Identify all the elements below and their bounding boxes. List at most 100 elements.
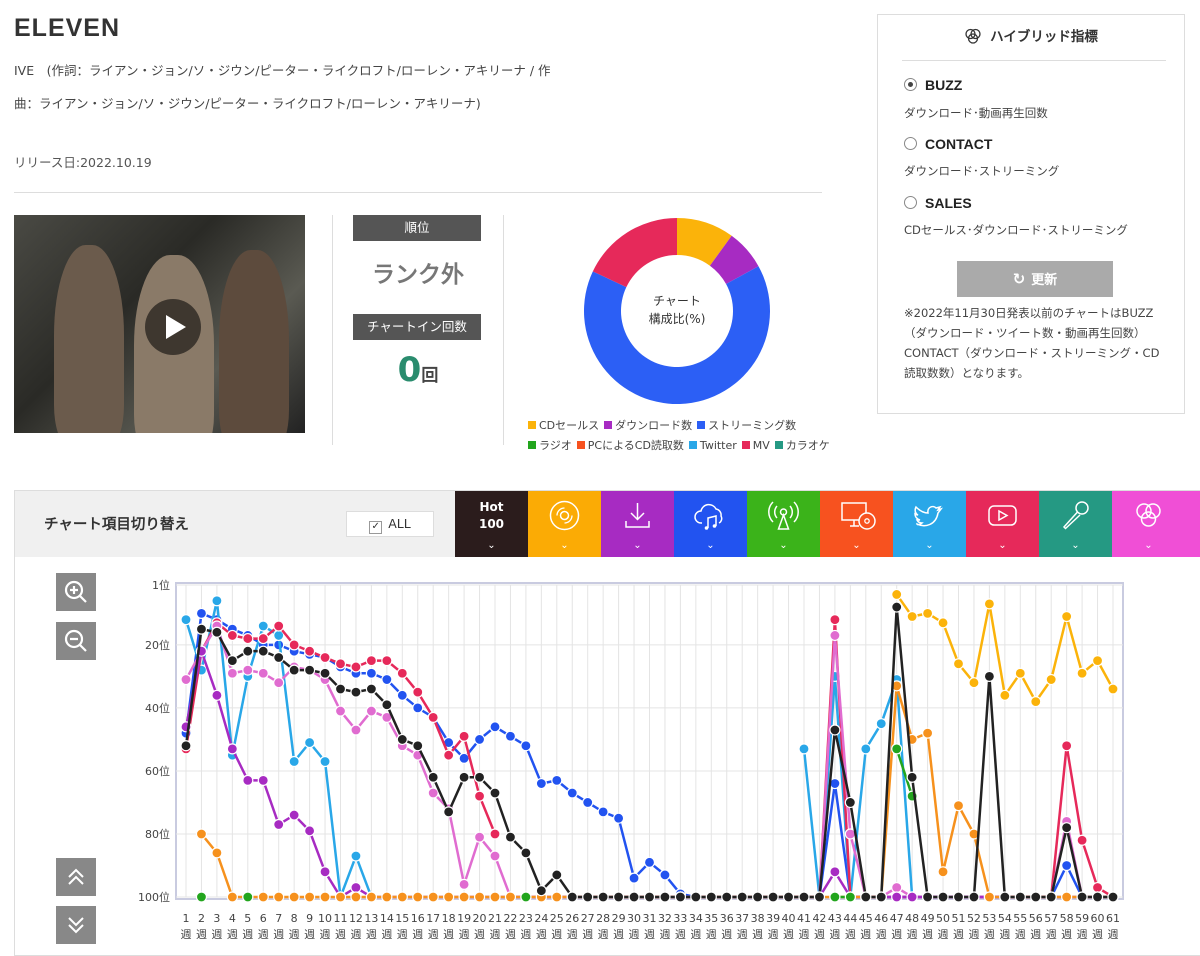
data-point[interactable] [659, 869, 671, 881]
data-point[interactable] [752, 891, 764, 903]
data-point[interactable] [226, 655, 238, 667]
data-point[interactable] [520, 740, 532, 752]
data-point[interactable] [860, 743, 872, 755]
data-point[interactable] [226, 891, 238, 903]
data-point[interactable] [334, 891, 347, 903]
data-point[interactable] [643, 891, 656, 903]
data-point[interactable] [798, 891, 810, 903]
data-point[interactable] [782, 891, 795, 903]
data-point[interactable] [242, 645, 254, 657]
data-point[interactable] [597, 806, 609, 818]
data-point[interactable] [798, 743, 810, 755]
data-point[interactable] [365, 891, 377, 903]
data-point[interactable] [180, 614, 192, 626]
zoom-out-button[interactable] [56, 622, 96, 660]
data-point[interactable] [257, 645, 269, 657]
data-point[interactable] [520, 847, 532, 859]
data-point[interactable] [304, 891, 316, 903]
data-point[interactable] [211, 689, 223, 701]
data-point[interactable] [1091, 655, 1104, 667]
data-point[interactable] [1045, 891, 1057, 903]
data-point[interactable] [535, 885, 547, 897]
data-point[interactable] [736, 891, 748, 903]
radio-selected-icon[interactable] [904, 78, 917, 91]
data-point[interactable] [613, 891, 625, 903]
data-point[interactable] [1030, 696, 1042, 708]
data-point[interactable] [489, 721, 501, 733]
data-point[interactable] [504, 831, 517, 843]
data-point[interactable] [242, 632, 254, 645]
data-point[interactable] [1061, 822, 1073, 834]
data-point[interactable] [829, 724, 841, 736]
data-point[interactable] [350, 850, 362, 862]
data-point[interactable] [844, 891, 856, 903]
data-point[interactable] [813, 891, 826, 903]
data-point[interactable] [891, 601, 903, 613]
data-point[interactable] [396, 689, 408, 701]
data-point[interactable] [1061, 740, 1073, 752]
data-point[interactable] [628, 872, 640, 884]
data-point[interactable] [952, 800, 965, 812]
data-point[interactable] [551, 869, 563, 881]
data-point[interactable] [381, 891, 393, 903]
data-point[interactable] [412, 702, 424, 714]
tab-radio[interactable]: ⌄ [747, 491, 820, 557]
tab-download[interactable]: ⌄ [601, 491, 674, 557]
data-point[interactable] [597, 891, 609, 903]
data-point[interactable] [427, 891, 439, 903]
data-point[interactable] [226, 743, 238, 755]
data-point[interactable] [412, 686, 424, 698]
data-point[interactable] [273, 677, 285, 689]
data-point[interactable] [443, 749, 455, 761]
check-icon[interactable]: ✓ [369, 521, 383, 534]
data-point[interactable] [458, 878, 470, 890]
data-point[interactable] [443, 806, 455, 818]
data-point[interactable] [1091, 891, 1104, 903]
scroll-down-button[interactable] [56, 906, 96, 944]
data-point[interactable] [319, 667, 331, 679]
data-point[interactable] [520, 891, 532, 903]
data-point[interactable] [1107, 891, 1119, 903]
data-point[interactable] [643, 856, 656, 868]
data-point[interactable] [396, 891, 408, 903]
tab-hybrid[interactable]: ⌄ [1112, 491, 1200, 557]
data-point[interactable] [891, 891, 903, 903]
data-point[interactable] [427, 787, 439, 799]
data-point[interactable] [195, 623, 208, 635]
data-point[interactable] [396, 667, 408, 679]
data-point[interactable] [504, 730, 517, 742]
data-point[interactable] [473, 771, 486, 783]
data-point[interactable] [458, 730, 470, 742]
data-point[interactable] [242, 664, 254, 676]
tab-pc-cd[interactable]: ⌄ [820, 491, 893, 557]
data-point[interactable] [875, 718, 887, 730]
data-point[interactable] [319, 651, 331, 664]
data-point[interactable] [319, 891, 331, 903]
data-point[interactable] [473, 831, 486, 843]
data-point[interactable] [473, 733, 486, 746]
data-point[interactable] [952, 658, 965, 670]
data-point[interactable] [458, 891, 470, 903]
data-point[interactable] [1076, 891, 1088, 903]
radio-buzz[interactable]: BUZZ [904, 77, 962, 93]
data-point[interactable] [566, 891, 578, 903]
data-point[interactable] [273, 891, 285, 903]
tab-twitter[interactable]: ⌄ [893, 491, 966, 557]
data-point[interactable] [891, 881, 903, 894]
data-point[interactable] [350, 724, 362, 736]
data-point[interactable] [921, 607, 934, 619]
data-point[interactable] [674, 891, 687, 903]
radio-unselected-icon[interactable] [904, 196, 917, 209]
data-point[interactable] [304, 825, 316, 837]
radio-unselected-icon[interactable] [904, 137, 917, 150]
data-point[interactable] [721, 891, 733, 903]
data-point[interactable] [334, 658, 347, 670]
data-point[interactable] [473, 891, 486, 903]
data-point[interactable] [334, 683, 347, 695]
data-point[interactable] [582, 796, 594, 809]
data-point[interactable] [1076, 667, 1088, 679]
data-point[interactable] [473, 790, 486, 802]
tab-karaoke[interactable]: ⌄ [1039, 491, 1112, 557]
data-point[interactable] [1061, 891, 1073, 903]
data-point[interactable] [983, 598, 996, 610]
